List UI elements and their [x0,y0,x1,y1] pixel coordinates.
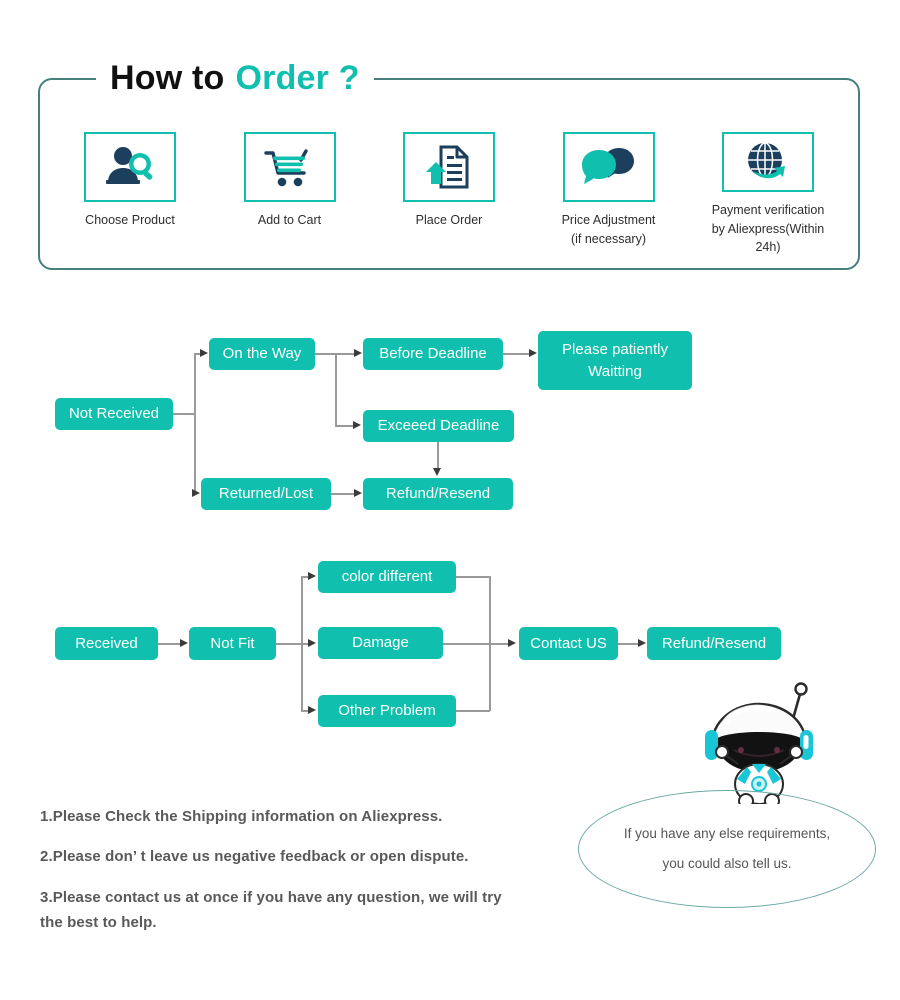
note-item-1: 1.Please Check the Shipping information … [40,808,443,825]
connector-root-split [194,354,196,494]
connector-other-merge [456,710,490,712]
connector-exceed-refund [437,442,439,470]
speech-bubbles-icon [581,148,634,184]
step-choose-product-label: Choose Product [85,213,175,227]
step-choose-product-icon-box [84,132,176,202]
node-waiting-line2: Waitting [588,362,642,380]
node-color-different[interactable]: color different [318,561,456,593]
connector-color-merge [456,576,490,578]
person-search-icon [106,147,153,184]
arrowhead-contact-us [508,639,516,647]
connector-to-exceed [335,425,355,427]
node-not-received[interactable]: Not Received [55,398,173,430]
connector-merge-contact [489,643,510,645]
node-please-patiently-waiting[interactable]: Please patiently Waitting [538,331,692,390]
connector-notfit-stem [276,643,302,645]
bubble-line-1: If you have any else requirements, [623,825,831,841]
step-add-to-cart-icon-box [243,132,336,202]
astronaut-mascot-icon [705,682,813,804]
arrowhead-refund-1 [433,468,441,476]
step-payment-verification-icon-box [722,132,814,192]
step-choose-product: Choose Product [60,132,200,257]
step-add-to-cart-label: Add to Cart [257,213,322,227]
step-place-order-icon-box [403,132,495,202]
connector-damage-merge [443,643,490,645]
connector-root-stem [173,413,195,415]
node-exceed-deadline[interactable]: Exceeed Deadline [363,410,514,442]
node-before-deadline[interactable]: Before Deadline [363,338,503,370]
step-place-order: Place Order [379,132,519,257]
page-title-part1: How to [110,58,225,97]
node-on-the-way[interactable]: On the Way [209,338,315,370]
node-other-problem[interactable]: Other Problem [318,695,456,727]
note-item-3-cont: the best to help. [40,913,157,931]
arrowhead-before-deadline [354,349,362,357]
shopping-cart-icon [263,149,308,187]
arrowhead-returned-lost [192,489,200,497]
connector-before-waiting [503,353,531,355]
step-add-to-cart: Add to Cart [220,132,360,257]
arrowhead-on-the-way [200,349,208,357]
page-title: How to Order ? [96,52,374,104]
bubble-line-2: you could also tell us. [662,856,792,871]
note-item-3: 3.Please contact us at once if you have … [40,888,502,906]
connector-returned-refund [331,493,356,495]
node-waiting-line1: Please patiently [562,340,668,358]
step-place-order-label: Place Order [415,213,483,227]
page-root: How to Order ? Choose Product Add to Car… [0,0,900,1000]
step-price-adjustment-icon-box [562,132,655,202]
step-price-adjustment-label: Price Adjustment (if necessary) [561,213,656,246]
node-contact-us[interactable]: Contact US [519,627,618,660]
connector-ontheway-drop [335,353,337,425]
node-returned-lost[interactable]: Returned/Lost [201,478,331,510]
connector-contact-refund [618,643,640,645]
node-received[interactable]: Received [55,627,158,660]
step-payment-verification: Payment verification by Aliexpress(Withi… [698,132,838,257]
arrowhead-damage [308,639,316,647]
instruction-notes: 1.Please Check the Shipping information … [40,806,600,952]
arrowhead-waiting [529,349,537,357]
node-refund-resend-1[interactable]: Refund/Resend [363,478,513,510]
connector-received-notfit [158,643,182,645]
node-not-fit[interactable]: Not Fit [189,627,276,660]
step-payment-verification-label: Payment verification by Aliexpress(Withi… [711,202,825,255]
globe-arrow-icon [748,142,785,179]
arrowhead-color-different [308,572,316,580]
document-upload-icon [426,145,469,189]
order-steps: Choose Product Add to Cart Place Order P… [38,132,860,257]
node-damage[interactable]: Damage [318,627,443,659]
page-title-part2: Order ? [235,58,360,97]
node-refund-resend-2[interactable]: Refund/Resend [647,627,781,660]
arrowhead-not-fit [180,639,188,647]
arrowhead-other-problem [308,706,316,714]
arrowhead-refund-2 [354,489,362,497]
step-price-adjustment: Price Adjustment (if necessary) [539,132,679,257]
arrowhead-exceed-deadline [353,421,361,429]
note-item-2: 2.Please don’ t leave us negative feedba… [40,848,469,866]
requirements-speech-bubble: If you have any else requirements, you c… [578,790,876,908]
arrowhead-refund-3 [638,639,646,647]
